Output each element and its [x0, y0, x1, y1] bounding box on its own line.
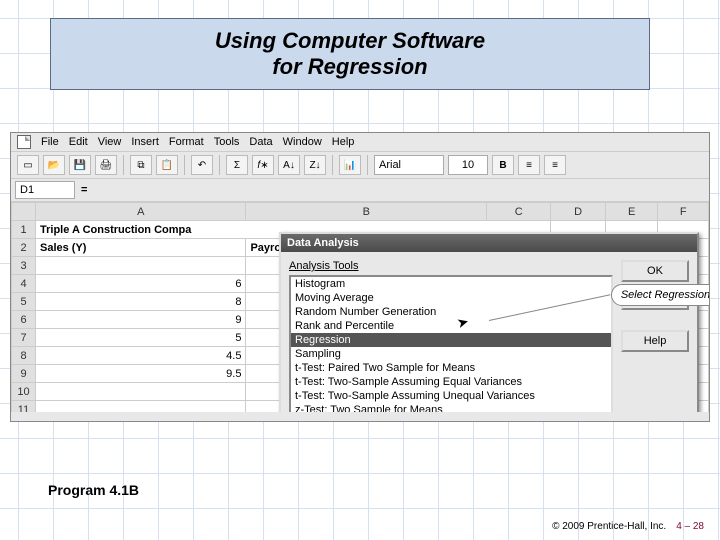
cell[interactable]	[36, 257, 246, 275]
align-left-icon[interactable]: ≡	[518, 155, 540, 175]
row-9[interactable]: 9	[12, 365, 36, 383]
ok-button[interactable]: OK	[621, 260, 689, 282]
paste-icon[interactable]: 📋	[156, 155, 178, 175]
list-item[interactable]: Rank and Percentile	[291, 319, 611, 333]
copyright-text: © 2009 Prentice-Hall, Inc.	[552, 521, 666, 532]
fx-label: =	[81, 184, 87, 196]
sort-asc-icon[interactable]: A↓	[278, 155, 300, 175]
separator	[184, 155, 185, 175]
analysis-tools-list[interactable]: Histogram Moving Average Random Number G…	[289, 275, 613, 412]
fx-icon[interactable]: f∗	[252, 155, 274, 175]
copy-icon[interactable]: ⧉	[130, 155, 152, 175]
chart-icon[interactable]: 📊	[339, 155, 361, 175]
menubar: File Edit View Insert Format Tools Data …	[11, 133, 709, 152]
separator	[332, 155, 333, 175]
col-C[interactable]: C	[487, 203, 551, 221]
cell[interactable]: 6	[36, 275, 246, 293]
cell[interactable]: 5	[36, 329, 246, 347]
menu-view[interactable]: View	[98, 136, 122, 148]
list-item-selected[interactable]: Regression	[291, 333, 611, 347]
cell[interactable]: 4.5	[36, 347, 246, 365]
menu-insert[interactable]: Insert	[131, 136, 159, 148]
name-box[interactable]: D1	[15, 181, 75, 199]
cell[interactable]: 9.5	[36, 365, 246, 383]
list-item[interactable]: Histogram	[291, 277, 611, 291]
program-label: Program 4.1B	[48, 482, 139, 498]
menu-format[interactable]: Format	[169, 136, 204, 148]
bold-button[interactable]: B	[492, 155, 514, 175]
print-icon[interactable]: 🖨	[95, 155, 117, 175]
row-4[interactable]: 4	[12, 275, 36, 293]
cell[interactable]: 8	[36, 293, 246, 311]
app-icon	[17, 135, 31, 149]
menu-file[interactable]: File	[41, 136, 59, 148]
row-1[interactable]: 1	[12, 221, 36, 239]
row-10[interactable]: 10	[12, 383, 36, 401]
separator	[367, 155, 368, 175]
slide-footer: © 2009 Prentice-Hall, Inc. 4 – 28	[552, 521, 704, 532]
toolbar: ▭ 📂 💾 🖨 ⧉ 📋 ↶ Σ f∗ A↓ Z↓ 📊 Arial 10 B ≡ …	[11, 152, 709, 179]
row-2[interactable]: 2	[12, 239, 36, 257]
col-A[interactable]: A	[36, 203, 246, 221]
font-name-select[interactable]: Arial	[374, 155, 444, 175]
col-E[interactable]: E	[605, 203, 658, 221]
cell-A2[interactable]: Sales (Y)	[36, 239, 246, 257]
menu-help[interactable]: Help	[332, 136, 355, 148]
undo-icon[interactable]: ↶	[191, 155, 213, 175]
list-item[interactable]: t-Test: Paired Two Sample for Means	[291, 361, 611, 375]
font-size-select[interactable]: 10	[448, 155, 488, 175]
data-analysis-dialog: Data Analysis Analysis Tools Histogram M…	[279, 232, 699, 412]
align-center-icon[interactable]: ≡	[544, 155, 566, 175]
row-11[interactable]: 11	[12, 401, 36, 413]
menu-edit[interactable]: Edit	[69, 136, 88, 148]
sort-desc-icon[interactable]: Z↓	[304, 155, 326, 175]
menu-data[interactable]: Data	[249, 136, 272, 148]
col-D[interactable]: D	[551, 203, 605, 221]
save-icon[interactable]: 💾	[69, 155, 91, 175]
callout-select-regression: Select Regression.	[611, 284, 709, 306]
open-icon[interactable]: 📂	[43, 155, 65, 175]
slide-title: Using Computer Software for Regression	[50, 18, 650, 90]
dialog-title: Data Analysis	[281, 234, 697, 252]
select-all-corner[interactable]	[12, 203, 36, 221]
list-item[interactable]: Sampling	[291, 347, 611, 361]
row-5[interactable]: 5	[12, 293, 36, 311]
formula-bar: D1 =	[11, 179, 709, 202]
col-B[interactable]: B	[246, 203, 487, 221]
row-8[interactable]: 8	[12, 347, 36, 365]
list-item[interactable]: t-Test: Two-Sample Assuming Equal Varian…	[291, 375, 611, 389]
list-item[interactable]: z-Test: Two Sample for Means	[291, 403, 611, 412]
page-number: 4 – 28	[676, 521, 704, 532]
row-3[interactable]: 3	[12, 257, 36, 275]
new-icon[interactable]: ▭	[17, 155, 39, 175]
analysis-tools-label: Analysis Tools	[289, 260, 613, 272]
separator	[219, 155, 220, 175]
list-item[interactable]: Moving Average	[291, 291, 611, 305]
separator	[123, 155, 124, 175]
worksheet[interactable]: A B C D E F 1 Triple A Construction Comp…	[11, 202, 709, 412]
menu-window[interactable]: Window	[283, 136, 322, 148]
list-item[interactable]: t-Test: Two-Sample Assuming Unequal Vari…	[291, 389, 611, 403]
excel-window: File Edit View Insert Format Tools Data …	[10, 132, 710, 422]
col-F[interactable]: F	[658, 203, 709, 221]
list-item[interactable]: Random Number Generation	[291, 305, 611, 319]
cell[interactable]: 9	[36, 311, 246, 329]
help-button[interactable]: Help	[621, 330, 689, 352]
row-7[interactable]: 7	[12, 329, 36, 347]
menu-tools[interactable]: Tools	[214, 136, 240, 148]
row-6[interactable]: 6	[12, 311, 36, 329]
autosum-icon[interactable]: Σ	[226, 155, 248, 175]
